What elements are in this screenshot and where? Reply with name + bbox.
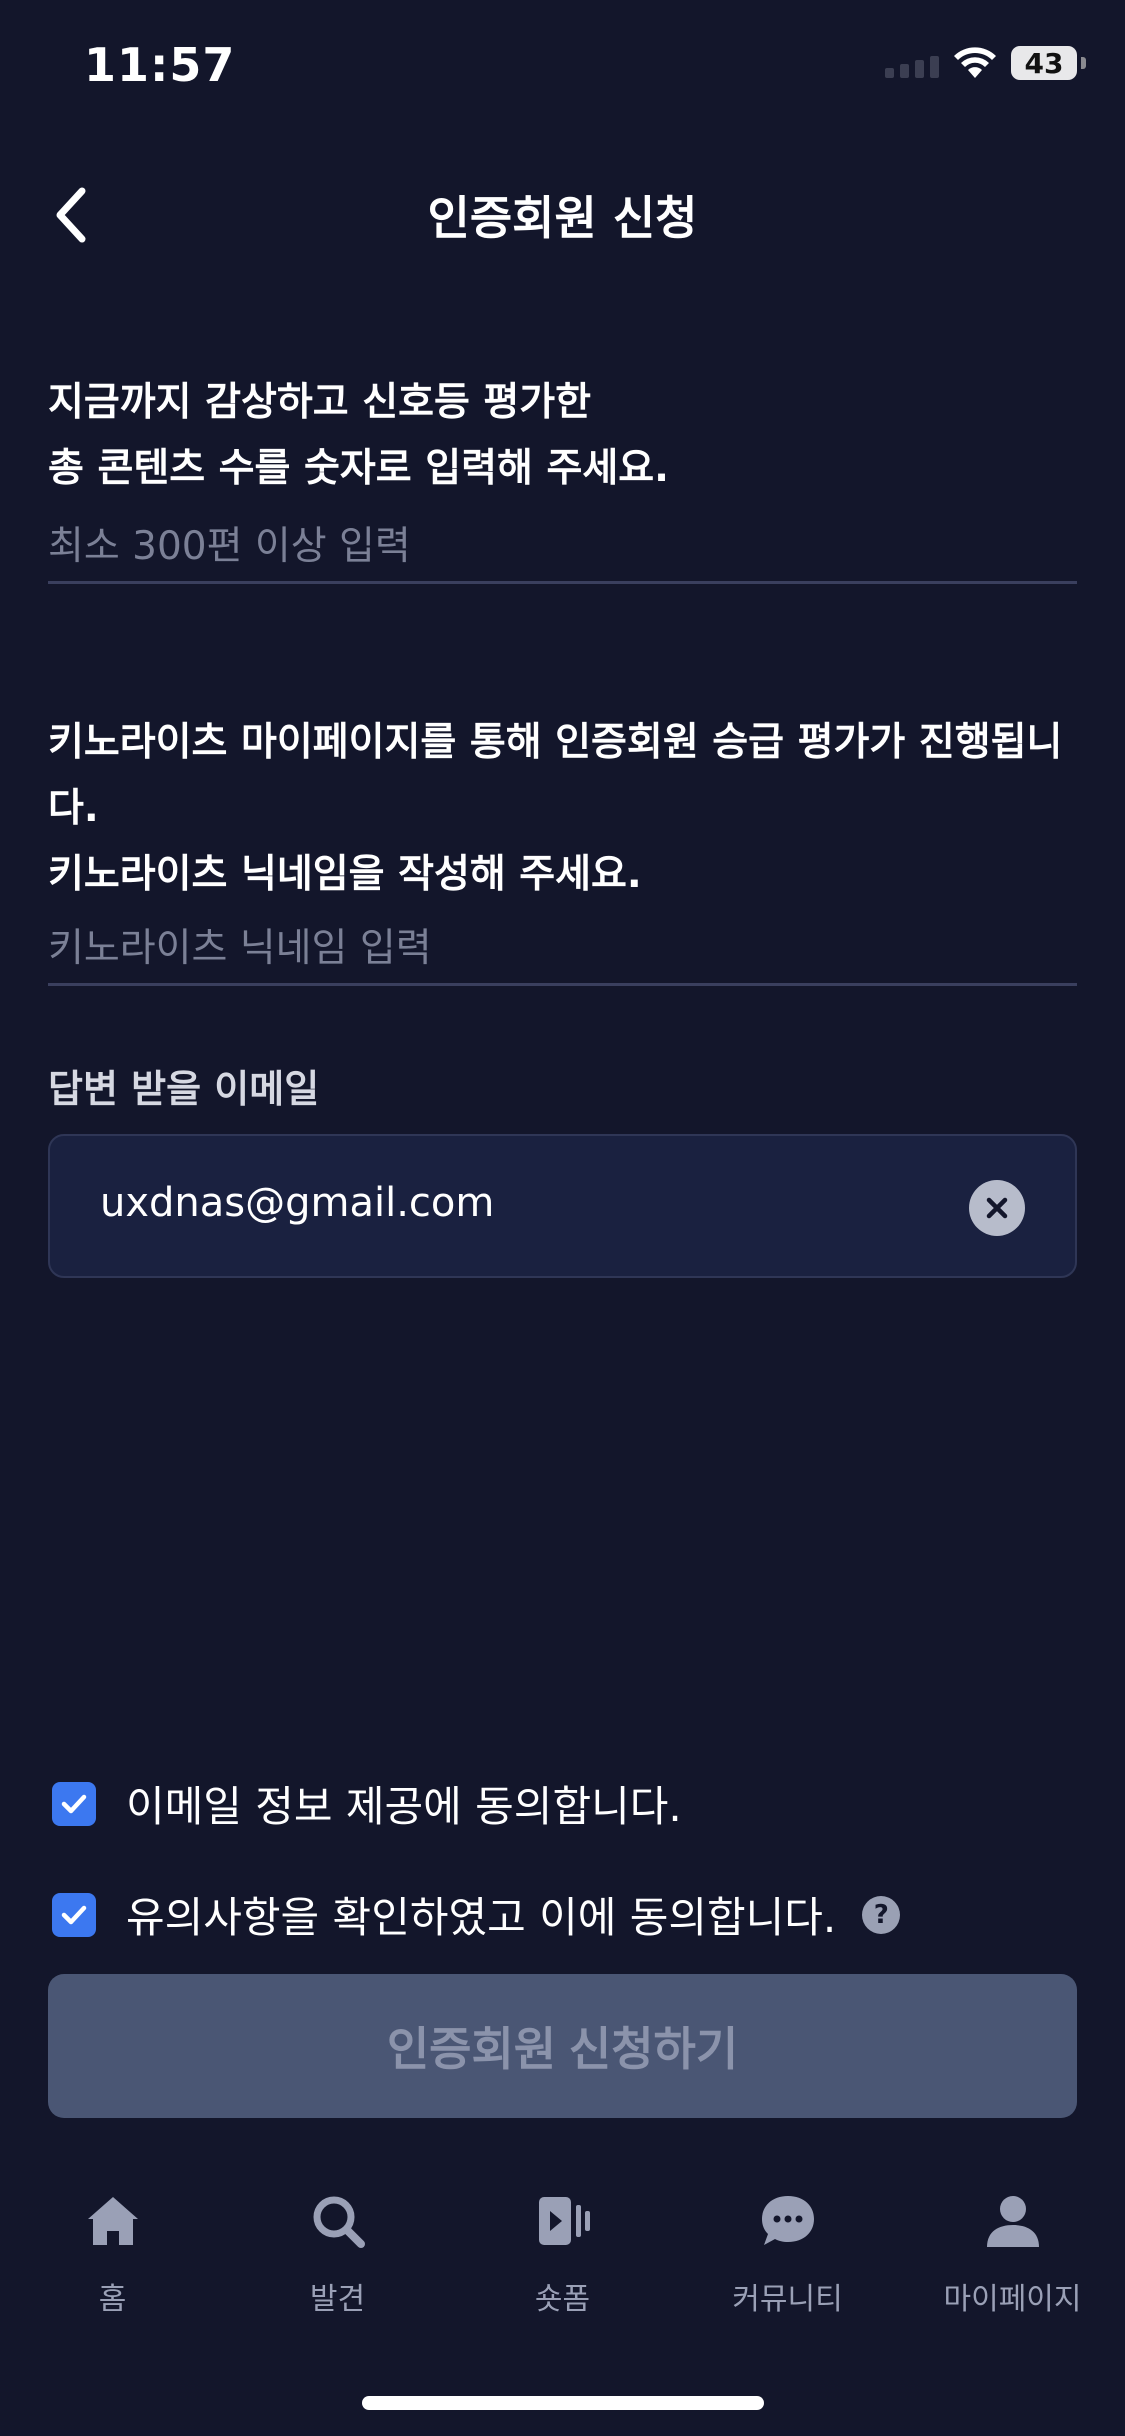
tab-community[interactable]: 커뮤니티 bbox=[675, 2186, 900, 2326]
checkmark-icon bbox=[61, 1905, 87, 1924]
question-nickname: 키노라이츠 마이페이지를 통해 인증회원 승급 평가가 진행됩니 다. 키노라이… bbox=[48, 710, 1077, 908]
email-value[interactable]: uxdnas@gmail.com bbox=[100, 1180, 494, 1226]
agree-notice-row[interactable]: 유의사항을 확인하였고 이에 동의합니다. ? bbox=[52, 1884, 901, 1945]
tab-label: 마이페이지 bbox=[943, 2282, 1082, 2317]
question-line: 총 콘텐츠 수를 숫자로 입력해 주세요. bbox=[48, 446, 669, 491]
agree-email-label: 이메일 정보 제공에 동의합니다. bbox=[126, 1782, 682, 1831]
email-field[interactable]: uxdnas@gmail.com bbox=[48, 1134, 1077, 1278]
tab-label: 커뮤니티 bbox=[732, 2282, 843, 2317]
page-title: 인증회원 신청 bbox=[427, 191, 698, 245]
home-indicator[interactable] bbox=[362, 2396, 764, 2410]
battery-icon: 43 bbox=[1011, 46, 1086, 80]
person-icon bbox=[978, 2186, 1048, 2256]
close-icon bbox=[986, 1197, 1008, 1219]
submit-button[interactable]: 인증회원 신청하기 bbox=[48, 1974, 1077, 2118]
tab-label: 발견 bbox=[309, 2282, 366, 2317]
status-time: 11:57 bbox=[84, 38, 236, 92]
shortform-icon bbox=[528, 2186, 598, 2256]
checkmark-icon bbox=[61, 1794, 87, 1813]
question-line: 다. bbox=[48, 786, 99, 831]
clear-email-button[interactable] bbox=[969, 1180, 1025, 1236]
agree-email-checkbox[interactable] bbox=[52, 1781, 96, 1826]
wifi-icon bbox=[954, 47, 996, 78]
question-line: 키노라이츠 닉네임을 작성해 주세요. bbox=[48, 852, 642, 897]
chat-icon bbox=[753, 2186, 823, 2256]
email-label: 답변 받을 이메일 bbox=[48, 1067, 320, 1111]
nickname-input[interactable] bbox=[48, 914, 1077, 986]
search-icon bbox=[303, 2186, 373, 2256]
tab-discover[interactable]: 발견 bbox=[225, 2186, 450, 2326]
tab-home[interactable]: 홈 bbox=[0, 2186, 225, 2326]
question-line: 지금까지 감상하고 신호등 평가한 bbox=[48, 380, 592, 425]
screen: 11:57 43 인증회원 신청 지금까지 감상하고 신호등 평가한 총 콘텐츠… bbox=[0, 0, 1125, 2436]
agree-email-row[interactable]: 이메일 정보 제공에 동의합니다. bbox=[52, 1773, 682, 1834]
tab-mypage[interactable]: 마이페이지 bbox=[900, 2186, 1125, 2326]
help-icon[interactable]: ? bbox=[862, 1895, 901, 1934]
agree-notice-checkbox[interactable] bbox=[52, 1892, 96, 1937]
tab-shortform[interactable]: 숏폼 bbox=[450, 2186, 675, 2326]
cellular-signal-icon bbox=[885, 48, 939, 78]
tab-bar: 홈 발견 숏폼 커뮤니티 마이페이지 bbox=[0, 2186, 1125, 2326]
agree-notice-label: 유의사항을 확인하였고 이에 동의합니다. bbox=[126, 1893, 837, 1942]
status-icons: 43 bbox=[885, 46, 1086, 80]
question-line: 키노라이츠 마이페이지를 통해 인증회원 승급 평가가 진행됩니 bbox=[48, 720, 1063, 765]
tab-label: 숏폼 bbox=[534, 2282, 591, 2317]
home-icon bbox=[78, 2186, 148, 2256]
content-count-input[interactable] bbox=[48, 512, 1077, 584]
question-content-count: 지금까지 감상하고 신호등 평가한 총 콘텐츠 수를 숫자로 입력해 주세요. bbox=[48, 370, 1077, 502]
tab-label: 홈 bbox=[98, 2282, 127, 2317]
